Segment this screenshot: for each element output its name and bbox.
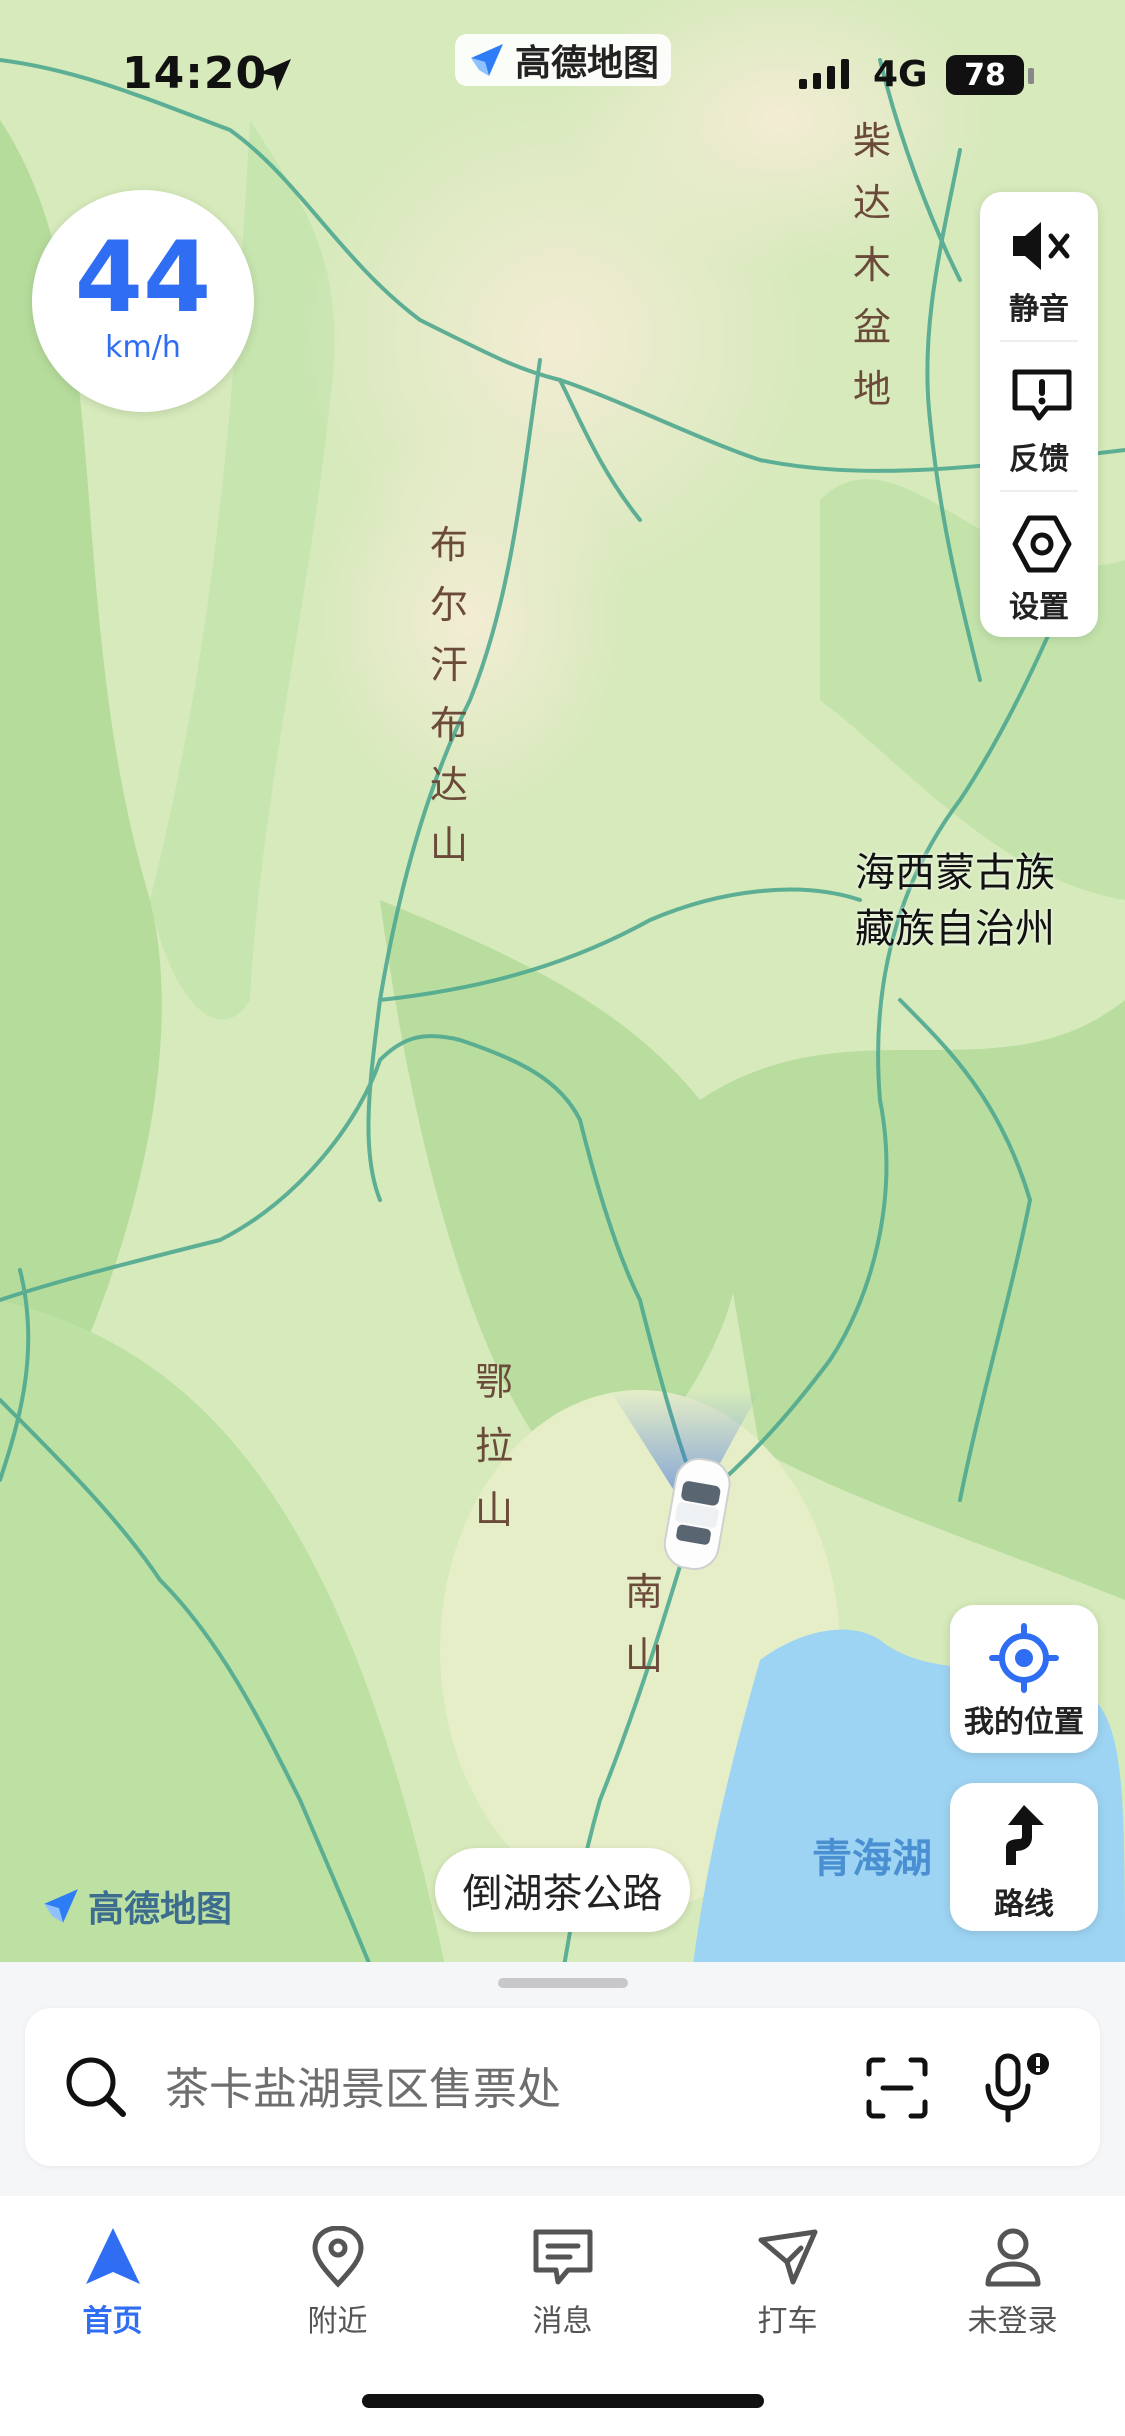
status-bar: 14:20 高德地图 4G 78: [0, 0, 1125, 150]
map-label-buerhan: 布尔汗布达山: [429, 523, 468, 867]
map-label-region: 海西蒙古族 藏族自治州: [855, 850, 1055, 952]
speed-badge: 44 km/h: [32, 190, 254, 412]
sheet-handle[interactable]: [498, 1978, 628, 1988]
scan-icon[interactable]: [865, 2056, 929, 2120]
current-road-name: 倒湖茶公路: [435, 1848, 690, 1932]
taxi-icon: [758, 2229, 818, 2285]
signal-icon: [799, 59, 849, 89]
feedback-label: 反馈: [1009, 442, 1069, 477]
mute-label: 静音: [1009, 292, 1069, 327]
brand-name: 高德地图: [515, 43, 660, 84]
tab-home-label: 首页: [82, 2304, 143, 2339]
microphone-icon[interactable]: [980, 2050, 1056, 2126]
tab-profile-label: 未登录: [967, 2304, 1058, 2339]
search-input[interactable]: [163, 2048, 847, 2130]
brand-badge: 高德地图: [455, 34, 672, 86]
location-arrow-icon: [259, 59, 291, 91]
message-icon: [533, 2229, 593, 2285]
settings-label: 设置: [1009, 590, 1069, 625]
map-tools-panel: 静音 反馈 设置: [980, 192, 1098, 637]
locate-icon: [989, 1623, 1059, 1693]
speed-unit: km/h: [105, 330, 181, 365]
amap-logo-icon: [44, 1889, 78, 1923]
home-nav-icon: [86, 2228, 140, 2284]
user-icon: [985, 2228, 1041, 2287]
map-label-chaidamu: 柴达木盆地: [852, 119, 891, 411]
location-pin-icon: [312, 2226, 364, 2288]
feedback-button[interactable]: 反馈: [980, 342, 1098, 490]
map-label-lake: 青海湖: [812, 1836, 932, 1882]
tab-home[interactable]: 首页: [0, 2196, 225, 2346]
search-bar[interactable]: [25, 2008, 1100, 2166]
network-type: 4G: [873, 54, 928, 95]
my-location-label: 我的位置: [964, 1705, 1084, 1740]
home-indicator[interactable]: [362, 2394, 764, 2408]
tab-taxi[interactable]: 打车: [675, 2196, 900, 2346]
settings-icon: [1012, 515, 1072, 573]
map-label-ela: 鄂拉山: [474, 1360, 513, 1532]
tab-taxi-label: 打车: [757, 2304, 818, 2339]
route-button[interactable]: 路线: [950, 1783, 1098, 1931]
battery-nub: [1028, 68, 1034, 84]
status-time: 14:20: [122, 48, 268, 99]
mute-button[interactable]: 静音: [980, 192, 1098, 340]
tab-messages[interactable]: 消息: [450, 2196, 675, 2346]
tab-nearby-label: 附近: [307, 2304, 368, 2339]
settings-button[interactable]: 设置: [980, 490, 1098, 638]
watermark-text: 高德地图: [88, 1889, 233, 1930]
feedback-icon: [1012, 369, 1072, 421]
my-location-button[interactable]: 我的位置: [950, 1605, 1098, 1753]
map-watermark: 高德地图: [40, 1880, 232, 1932]
mute-icon: [1013, 222, 1070, 270]
tab-nearby[interactable]: 附近: [225, 2196, 450, 2346]
route-turn-icon: [1006, 1805, 1044, 1865]
bottom-sheet: 首页 附近 消息 打车: [0, 1962, 1125, 2436]
map-label-nan: 南山: [624, 1570, 663, 1678]
amap-logo-icon: [471, 44, 503, 76]
route-label: 路线: [994, 1887, 1054, 1922]
search-icon: [66, 2057, 126, 2117]
tab-messages-label: 消息: [532, 2304, 593, 2339]
speed-value: 44: [74, 221, 212, 335]
tab-profile[interactable]: 未登录: [900, 2196, 1125, 2346]
battery-indicator: 78: [946, 55, 1024, 95]
